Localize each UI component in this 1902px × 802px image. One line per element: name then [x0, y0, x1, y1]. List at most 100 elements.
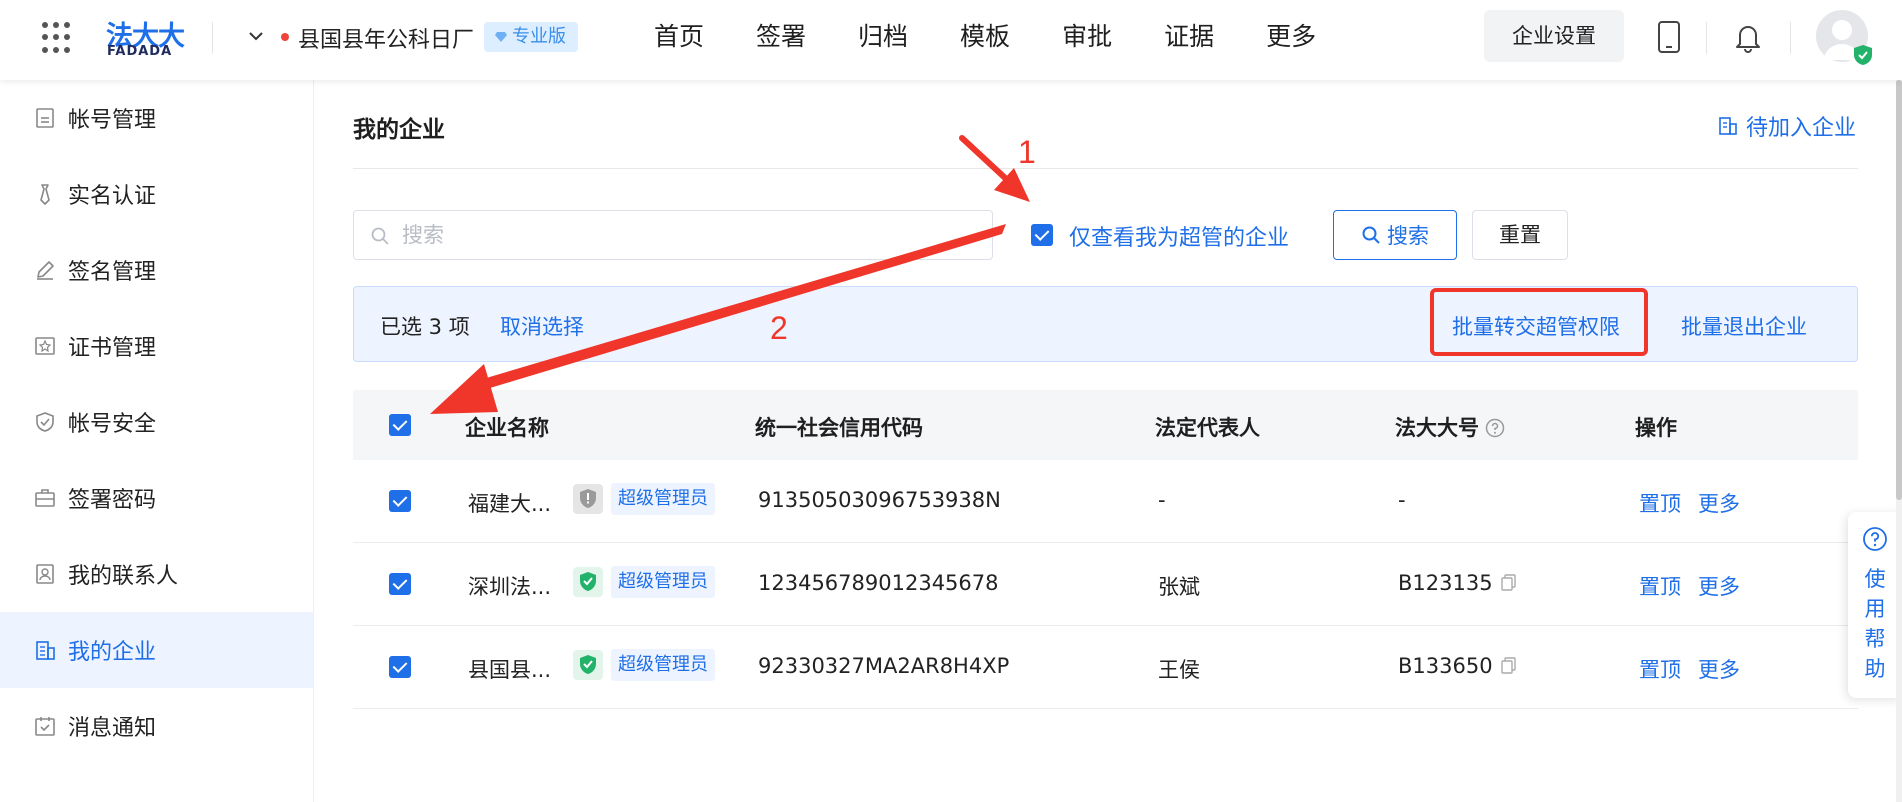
sidebar-item-signature[interactable]: 签名管理	[0, 232, 313, 308]
nav-archive[interactable]: 归档	[858, 20, 908, 54]
fdd-number: -	[1398, 488, 1406, 512]
table-row: 福建大... 超级管理员 91350503096753938N - - 置顶 更…	[353, 460, 1858, 543]
sidebar-item-my-enterprise[interactable]: 我的企业	[0, 612, 313, 688]
legal-representative: 张斌	[1158, 575, 1200, 599]
more-link[interactable]: 更多	[1698, 488, 1740, 518]
company-name[interactable]: 深圳法...	[468, 571, 551, 601]
role-tag: 超级管理员	[611, 649, 715, 681]
search-field[interactable]	[353, 210, 993, 260]
nav-sign[interactable]: 签署	[756, 20, 806, 54]
sidebar-item-sign-password[interactable]: 签署密码	[0, 460, 313, 536]
fdd-number: B133650	[1398, 654, 1493, 678]
more-link[interactable]: 更多	[1698, 654, 1740, 684]
account-icon	[36, 108, 54, 128]
highlight-box	[1430, 288, 1648, 356]
page-title: 我的企业	[353, 117, 445, 143]
main-nav: 首页 签署 归档 模板 审批 证据 更多	[654, 20, 1368, 54]
nav-approval[interactable]: 审批	[1062, 20, 1112, 54]
bell-icon[interactable]	[1732, 20, 1764, 54]
sidebar: 帐号管理 实名认证 签名管理 证书管理 帐号安全 签署密码 我的联系人 我的企业…	[0, 80, 314, 802]
row-checkbox[interactable]	[389, 573, 411, 595]
logo[interactable]: 法大大 FADADA	[106, 16, 188, 59]
pending-join-link[interactable]: 待加入企业	[1718, 110, 1856, 142]
apps-grid-icon[interactable]	[42, 22, 74, 54]
company-name[interactable]: 县国县...	[468, 654, 551, 684]
divider	[1706, 22, 1707, 54]
fdd-number-cell: B123135	[1398, 571, 1517, 595]
fdd-number: B123135	[1398, 571, 1493, 595]
building-icon	[36, 641, 55, 660]
help-icon[interactable]	[1485, 418, 1505, 438]
verified-shield-icon	[1854, 45, 1872, 65]
sidebar-item-notifications[interactable]: 消息通知	[0, 688, 313, 764]
scrollbar-thumb[interactable]	[1896, 80, 1902, 500]
pending-join-label: 待加入企业	[1746, 116, 1857, 141]
selected-count: 已选 3 项	[380, 315, 470, 339]
sidebar-item-label: 实名认证	[68, 184, 157, 209]
sidebar-item-label: 帐号安全	[68, 412, 157, 437]
logo-en: FADADA	[107, 44, 173, 59]
search-button-label: 搜索	[1387, 224, 1429, 248]
reset-button[interactable]: 重置	[1472, 210, 1568, 260]
shield-icon	[573, 567, 603, 597]
search-icon	[1362, 226, 1380, 244]
sidebar-item-contacts[interactable]: 我的联系人	[0, 536, 313, 612]
table-row: 深圳法... 超级管理员 123456789012345678 张斌 B1231…	[353, 543, 1858, 626]
sidebar-item-label: 消息通知	[68, 716, 157, 741]
nav-evidence[interactable]: 证据	[1164, 20, 1214, 54]
credit-code: 91350503096753938N	[758, 488, 1001, 512]
certificate-icon	[35, 337, 55, 355]
org-switcher[interactable]: 县国县年公科日厂	[298, 22, 474, 54]
search-input[interactable]	[402, 211, 982, 259]
phone-icon[interactable]	[1656, 20, 1682, 54]
more-link[interactable]: 更多	[1698, 571, 1740, 601]
sidebar-item-label: 证书管理	[68, 336, 157, 361]
cancel-selection-link[interactable]: 取消选择	[500, 311, 584, 341]
notice-icon	[35, 717, 55, 736]
company-name[interactable]: 福建大...	[468, 488, 551, 518]
divider	[212, 22, 213, 54]
contact-icon	[36, 564, 54, 584]
column-header: 法定代表人	[1155, 416, 1260, 440]
sidebar-item-certificate[interactable]: 证书管理	[0, 308, 313, 384]
column-header: 企业名称	[465, 416, 549, 440]
credit-code: 92330327MA2AR8H4XP	[758, 654, 1010, 678]
shield-icon	[573, 650, 603, 680]
column-header: 统一社会信用代码	[755, 416, 923, 440]
enterprise-settings-button[interactable]: 企业设置	[1484, 10, 1624, 62]
help-float-button[interactable]: 使用帮助	[1848, 512, 1902, 698]
fdd-number-cell: B133650	[1398, 654, 1517, 678]
pen-icon	[37, 261, 54, 280]
role-tag: 超级管理员	[611, 483, 715, 515]
pin-top-link[interactable]: 置顶	[1639, 654, 1681, 684]
sidebar-item-security[interactable]: 帐号安全	[0, 384, 313, 460]
copy-icon[interactable]	[1500, 574, 1517, 592]
shield-icon	[36, 412, 54, 432]
pin-top-link[interactable]: 置顶	[1639, 488, 1681, 518]
column-header-label: 法大大号	[1395, 416, 1479, 440]
super-admin-filter-checkbox[interactable]	[1031, 224, 1053, 246]
batch-exit-link[interactable]: 批量退出企业	[1681, 311, 1807, 341]
sidebar-item-verification[interactable]: 实名认证	[0, 156, 313, 232]
row-checkbox[interactable]	[389, 490, 411, 512]
role-tag: 超级管理员	[611, 566, 715, 598]
sidebar-item-label: 签名管理	[68, 260, 157, 285]
nav-more[interactable]: 更多	[1266, 20, 1316, 54]
pin-top-link[interactable]: 置顶	[1639, 571, 1681, 601]
select-all-checkbox[interactable]	[389, 414, 411, 436]
row-checkbox[interactable]	[389, 656, 411, 678]
chevron-down-icon[interactable]	[246, 26, 266, 46]
copy-icon[interactable]	[1500, 657, 1517, 675]
edition-label: 专业版	[512, 26, 566, 47]
table-header: 企业名称 统一社会信用代码 法定代表人 法大大号 操作	[353, 390, 1858, 460]
nav-template[interactable]: 模板	[960, 20, 1010, 54]
sidebar-item-account[interactable]: 帐号管理	[0, 80, 313, 156]
tie-icon	[40, 184, 50, 205]
legal-representative: -	[1158, 488, 1166, 512]
super-admin-filter-label[interactable]: 仅查看我为超管的企业	[1069, 220, 1289, 252]
status-dot	[281, 33, 289, 41]
search-button[interactable]: 搜索	[1333, 210, 1457, 260]
edition-badge: 专业版	[484, 22, 578, 52]
divider	[353, 168, 1858, 169]
nav-home[interactable]: 首页	[654, 20, 704, 54]
